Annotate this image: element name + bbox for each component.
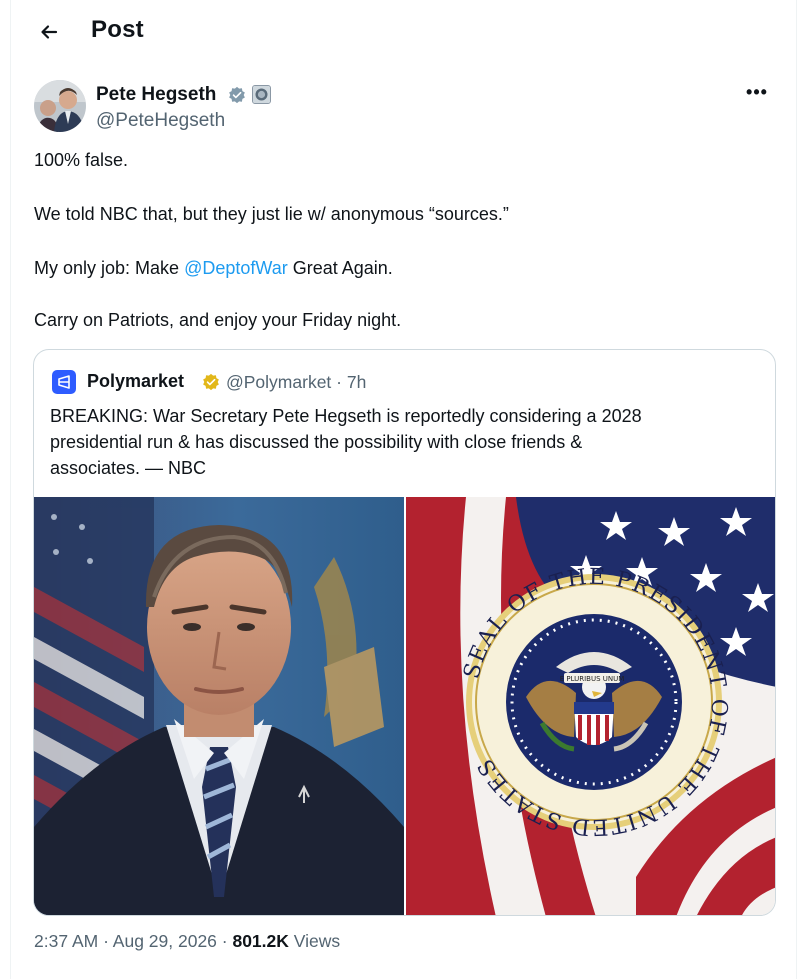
mention-link[interactable]: @DeptofWar bbox=[184, 258, 288, 278]
views-label: Views bbox=[288, 931, 341, 951]
more-options-button[interactable]: ••• bbox=[745, 80, 769, 104]
column-border-right bbox=[796, 0, 797, 979]
gold-verified-badge-icon bbox=[203, 373, 219, 391]
quoted-media: SEAL OF THE PRESIDENT OF THE UNITED STAT… bbox=[34, 497, 775, 915]
page-header: Post bbox=[11, 0, 796, 64]
more-horizontal-icon: ••• bbox=[746, 82, 768, 102]
post-timestamp[interactable]: 2:37 AM · Aug 29, 2026 · bbox=[34, 931, 232, 951]
quoted-text-line: associates. — NBC bbox=[50, 458, 207, 478]
seal-banner: E PLURIBUS UNUM bbox=[560, 675, 625, 683]
portrait-photo[interactable] bbox=[34, 497, 404, 915]
author-name[interactable]: Pete Hegseth bbox=[96, 84, 216, 106]
quoted-post[interactable]: Polymarket @Polymarket · 7h BREAKING: Wa… bbox=[33, 349, 776, 916]
quoted-text-line: presidential run & has discussed the pos… bbox=[50, 432, 583, 452]
avatar[interactable] bbox=[34, 80, 86, 132]
views-count: 801.2K bbox=[232, 931, 289, 951]
page-title: Post bbox=[91, 16, 144, 43]
back-button[interactable] bbox=[35, 18, 63, 46]
arrow-left-icon bbox=[41, 25, 58, 39]
quoted-author-name: Polymarket bbox=[87, 371, 185, 391]
quoted-text-line: BREAKING: War Secretary Pete Hegseth is … bbox=[50, 406, 642, 426]
verified-badge-icon bbox=[229, 86, 245, 104]
author-handle[interactable]: @PeteHegseth bbox=[96, 110, 225, 132]
avatar-photo bbox=[34, 80, 86, 132]
post-meta: 2:37 AM · Aug 29, 2026 · 801.2K Views bbox=[34, 931, 340, 952]
post-text-segment: Great Again. bbox=[287, 258, 393, 278]
post-text-line: Carry on Patriots, and enjoy your Friday… bbox=[34, 310, 402, 330]
quoted-handle-time: @Polymarket · 7h bbox=[226, 372, 367, 392]
post-text-line: My only job: Make @DeptofWar Great Again… bbox=[34, 258, 393, 279]
presidential-seal-photo[interactable]: SEAL OF THE PRESIDENT OF THE UNITED STAT… bbox=[406, 497, 775, 915]
post-text-line: We told NBC that, but they just lie w/ a… bbox=[34, 204, 509, 224]
post-text-line: 100% false. bbox=[34, 150, 129, 170]
post-text-segment: My only job: Make bbox=[34, 258, 185, 278]
post-author: Pete Hegseth @PeteHegseth bbox=[34, 80, 774, 136]
column-border-left bbox=[10, 0, 11, 979]
affiliation-badge-icon[interactable] bbox=[252, 85, 271, 104]
polymarket-logo-icon bbox=[52, 370, 76, 394]
